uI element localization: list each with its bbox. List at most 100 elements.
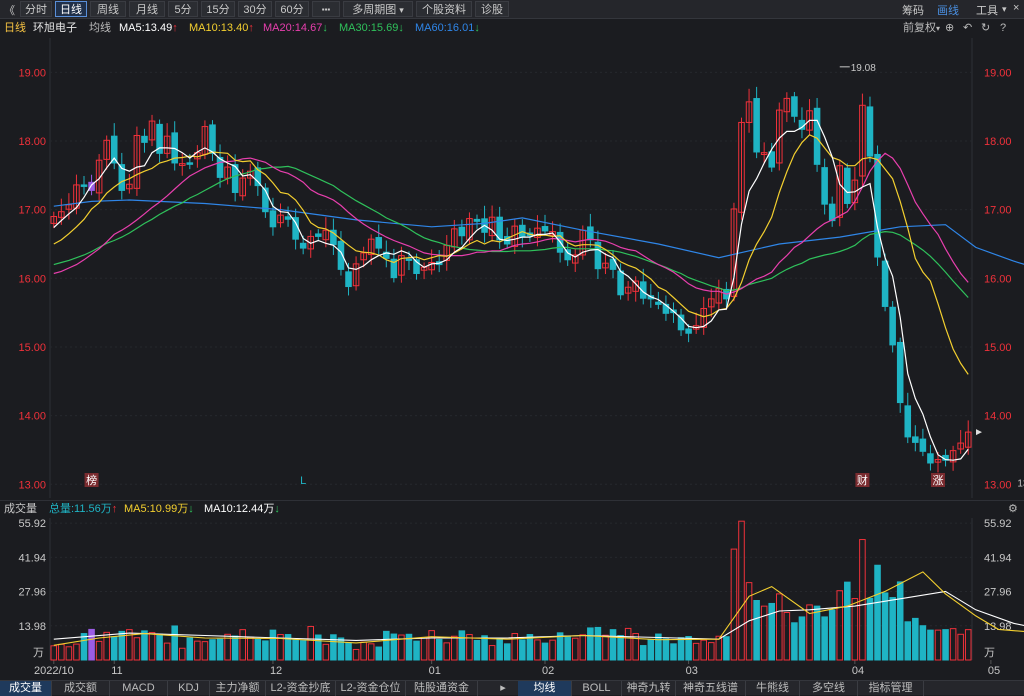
period-tab-2[interactable]: 周线: [90, 1, 126, 17]
volume-bar: [685, 635, 692, 661]
period-tab-4[interactable]: 5分: [168, 1, 198, 17]
candle-body: [534, 227, 541, 238]
indicator-tab-11[interactable]: 神奇五线谱: [676, 681, 746, 696]
ma20-line: [53, 152, 969, 295]
volume-bar: [231, 635, 239, 661]
collapse-icon[interactable]: 《: [4, 2, 15, 18]
indicator-tab-14[interactable]: 指标管理: [858, 681, 924, 696]
ma30-line: [53, 165, 969, 298]
candle-body: [443, 244, 451, 261]
chevron-down-icon: ▾: [936, 24, 941, 33]
adjust-dropdown[interactable]: 前复权▾: [903, 19, 940, 38]
candle-body: [760, 152, 768, 155]
candle-body: [466, 218, 473, 241]
candle-body: [957, 442, 964, 450]
candle-body: [292, 217, 299, 240]
multi-period-label: 多周期图: [352, 4, 397, 16]
volume-settings-icon[interactable]: ⚙: [1008, 501, 1018, 518]
candle-body: [519, 224, 526, 238]
more-button[interactable]: ▪▪▪: [312, 1, 340, 17]
period-tab-7[interactable]: 60分: [275, 1, 309, 17]
volume-tick-right: 55.92: [984, 518, 1012, 530]
ma30-legend: MA30:15.69↓: [339, 19, 404, 37]
refresh-icon[interactable]: ↻: [981, 19, 990, 37]
candle-body: [579, 229, 587, 256]
price-tick-left: 16.00: [18, 273, 46, 285]
candle-body: [707, 298, 715, 308]
date-label: 11: [111, 665, 122, 677]
close-icon[interactable]: ×: [1013, 2, 1019, 14]
ma5-line: [53, 119, 969, 461]
indicator-tab-10[interactable]: 神奇九转: [622, 681, 676, 696]
volume-bar: [375, 646, 383, 661]
stock-name-value: 环旭电子: [33, 22, 77, 34]
volume-bar: [428, 630, 435, 661]
stock-info-button[interactable]: 个股资料: [416, 1, 472, 17]
indicator-tab-8[interactable]: 均线: [518, 681, 572, 696]
volume-bar: [284, 634, 292, 661]
candle-body: [390, 258, 398, 279]
volume-bar: [534, 639, 541, 661]
volume-bar: [760, 605, 768, 661]
indicator-tab-2[interactable]: MACD: [110, 681, 168, 696]
tools-chevron-icon[interactable]: ▾: [1002, 4, 1007, 15]
lock-icon[interactable]: ⊕: [945, 19, 954, 37]
candle-body: [163, 135, 171, 154]
tabs-scroll-arrow-icon[interactable]: ▸: [496, 681, 510, 696]
event-marker-box[interactable]: [855, 473, 870, 487]
indicator-tab-4[interactable]: 主力净额: [210, 681, 266, 696]
candle-body: [700, 308, 707, 328]
indicator-tab-13[interactable]: 多空线: [800, 681, 858, 696]
date-label: 03: [686, 665, 698, 677]
candle-body: [262, 187, 269, 213]
event-marker[interactable]: 财: [857, 473, 868, 487]
event-marker[interactable]: 涨: [932, 474, 943, 487]
candle-body: [269, 210, 277, 228]
volume-label: 成交量: [4, 501, 37, 518]
toolbar-right-item-0[interactable]: 筹码: [902, 2, 924, 18]
candle-body: [912, 436, 919, 443]
volume-bar: [80, 633, 88, 661]
volume-bar: [88, 628, 95, 661]
volume-bar: [715, 635, 723, 661]
event-marker-box[interactable]: [84, 473, 99, 487]
event-marker[interactable]: 榜: [86, 473, 97, 487]
candle-body: [216, 156, 224, 178]
diagnose-button[interactable]: 诊股: [475, 1, 509, 17]
indicator-tab-12[interactable]: 牛熊线: [746, 681, 800, 696]
candle-body: [587, 226, 594, 241]
ma60-legend-arrow: ↓: [474, 22, 480, 34]
period-tab-3[interactable]: 月线: [129, 1, 165, 17]
volume-bar: [934, 629, 942, 661]
volume-bar: [194, 640, 201, 661]
indicator-tab-6[interactable]: L2-资金仓位: [336, 681, 406, 696]
indicator-tab-5[interactable]: L2-资金抄底: [266, 681, 336, 696]
toolbar-right-item-1[interactable]: 画线: [937, 2, 959, 18]
event-marker[interactable]: L: [300, 475, 306, 487]
period-tab-0[interactable]: 分时: [20, 1, 52, 17]
multi-period-dropdown[interactable]: 多周期图 ▾: [343, 1, 413, 17]
undo-icon[interactable]: ↶: [963, 19, 972, 37]
volume-bar: [488, 645, 496, 661]
indicator-tab-1[interactable]: 成交额: [52, 681, 110, 696]
help-icon[interactable]: ?: [1000, 19, 1006, 37]
indicator-tab-0[interactable]: 成交量: [0, 681, 52, 696]
date-label: 04: [852, 665, 864, 677]
period-tab-6[interactable]: 30分: [238, 1, 272, 17]
volume-bar: [904, 621, 912, 661]
indicator-tab-3[interactable]: KDJ: [168, 681, 210, 696]
toolbar-right-item-2[interactable]: 工具: [976, 2, 998, 18]
price-tick-right: 19.00: [984, 67, 1012, 79]
event-marker-box[interactable]: [930, 473, 945, 487]
period-tab-5[interactable]: 15分: [201, 1, 235, 17]
candle-body: [337, 240, 345, 270]
volume-label-value: 成交量: [4, 503, 37, 515]
ma10-line: [53, 134, 969, 375]
indicator-tab-7[interactable]: 陆股通资金: [406, 681, 478, 696]
indicator-tab-9[interactable]: BOLL: [572, 681, 622, 696]
candle-body: [806, 110, 813, 131]
period-tab-1[interactable]: 日线: [55, 1, 87, 17]
ma30-legend-value: MA30:15.69: [339, 22, 399, 34]
candle-body: [330, 229, 337, 246]
volume-bar: [783, 612, 791, 661]
